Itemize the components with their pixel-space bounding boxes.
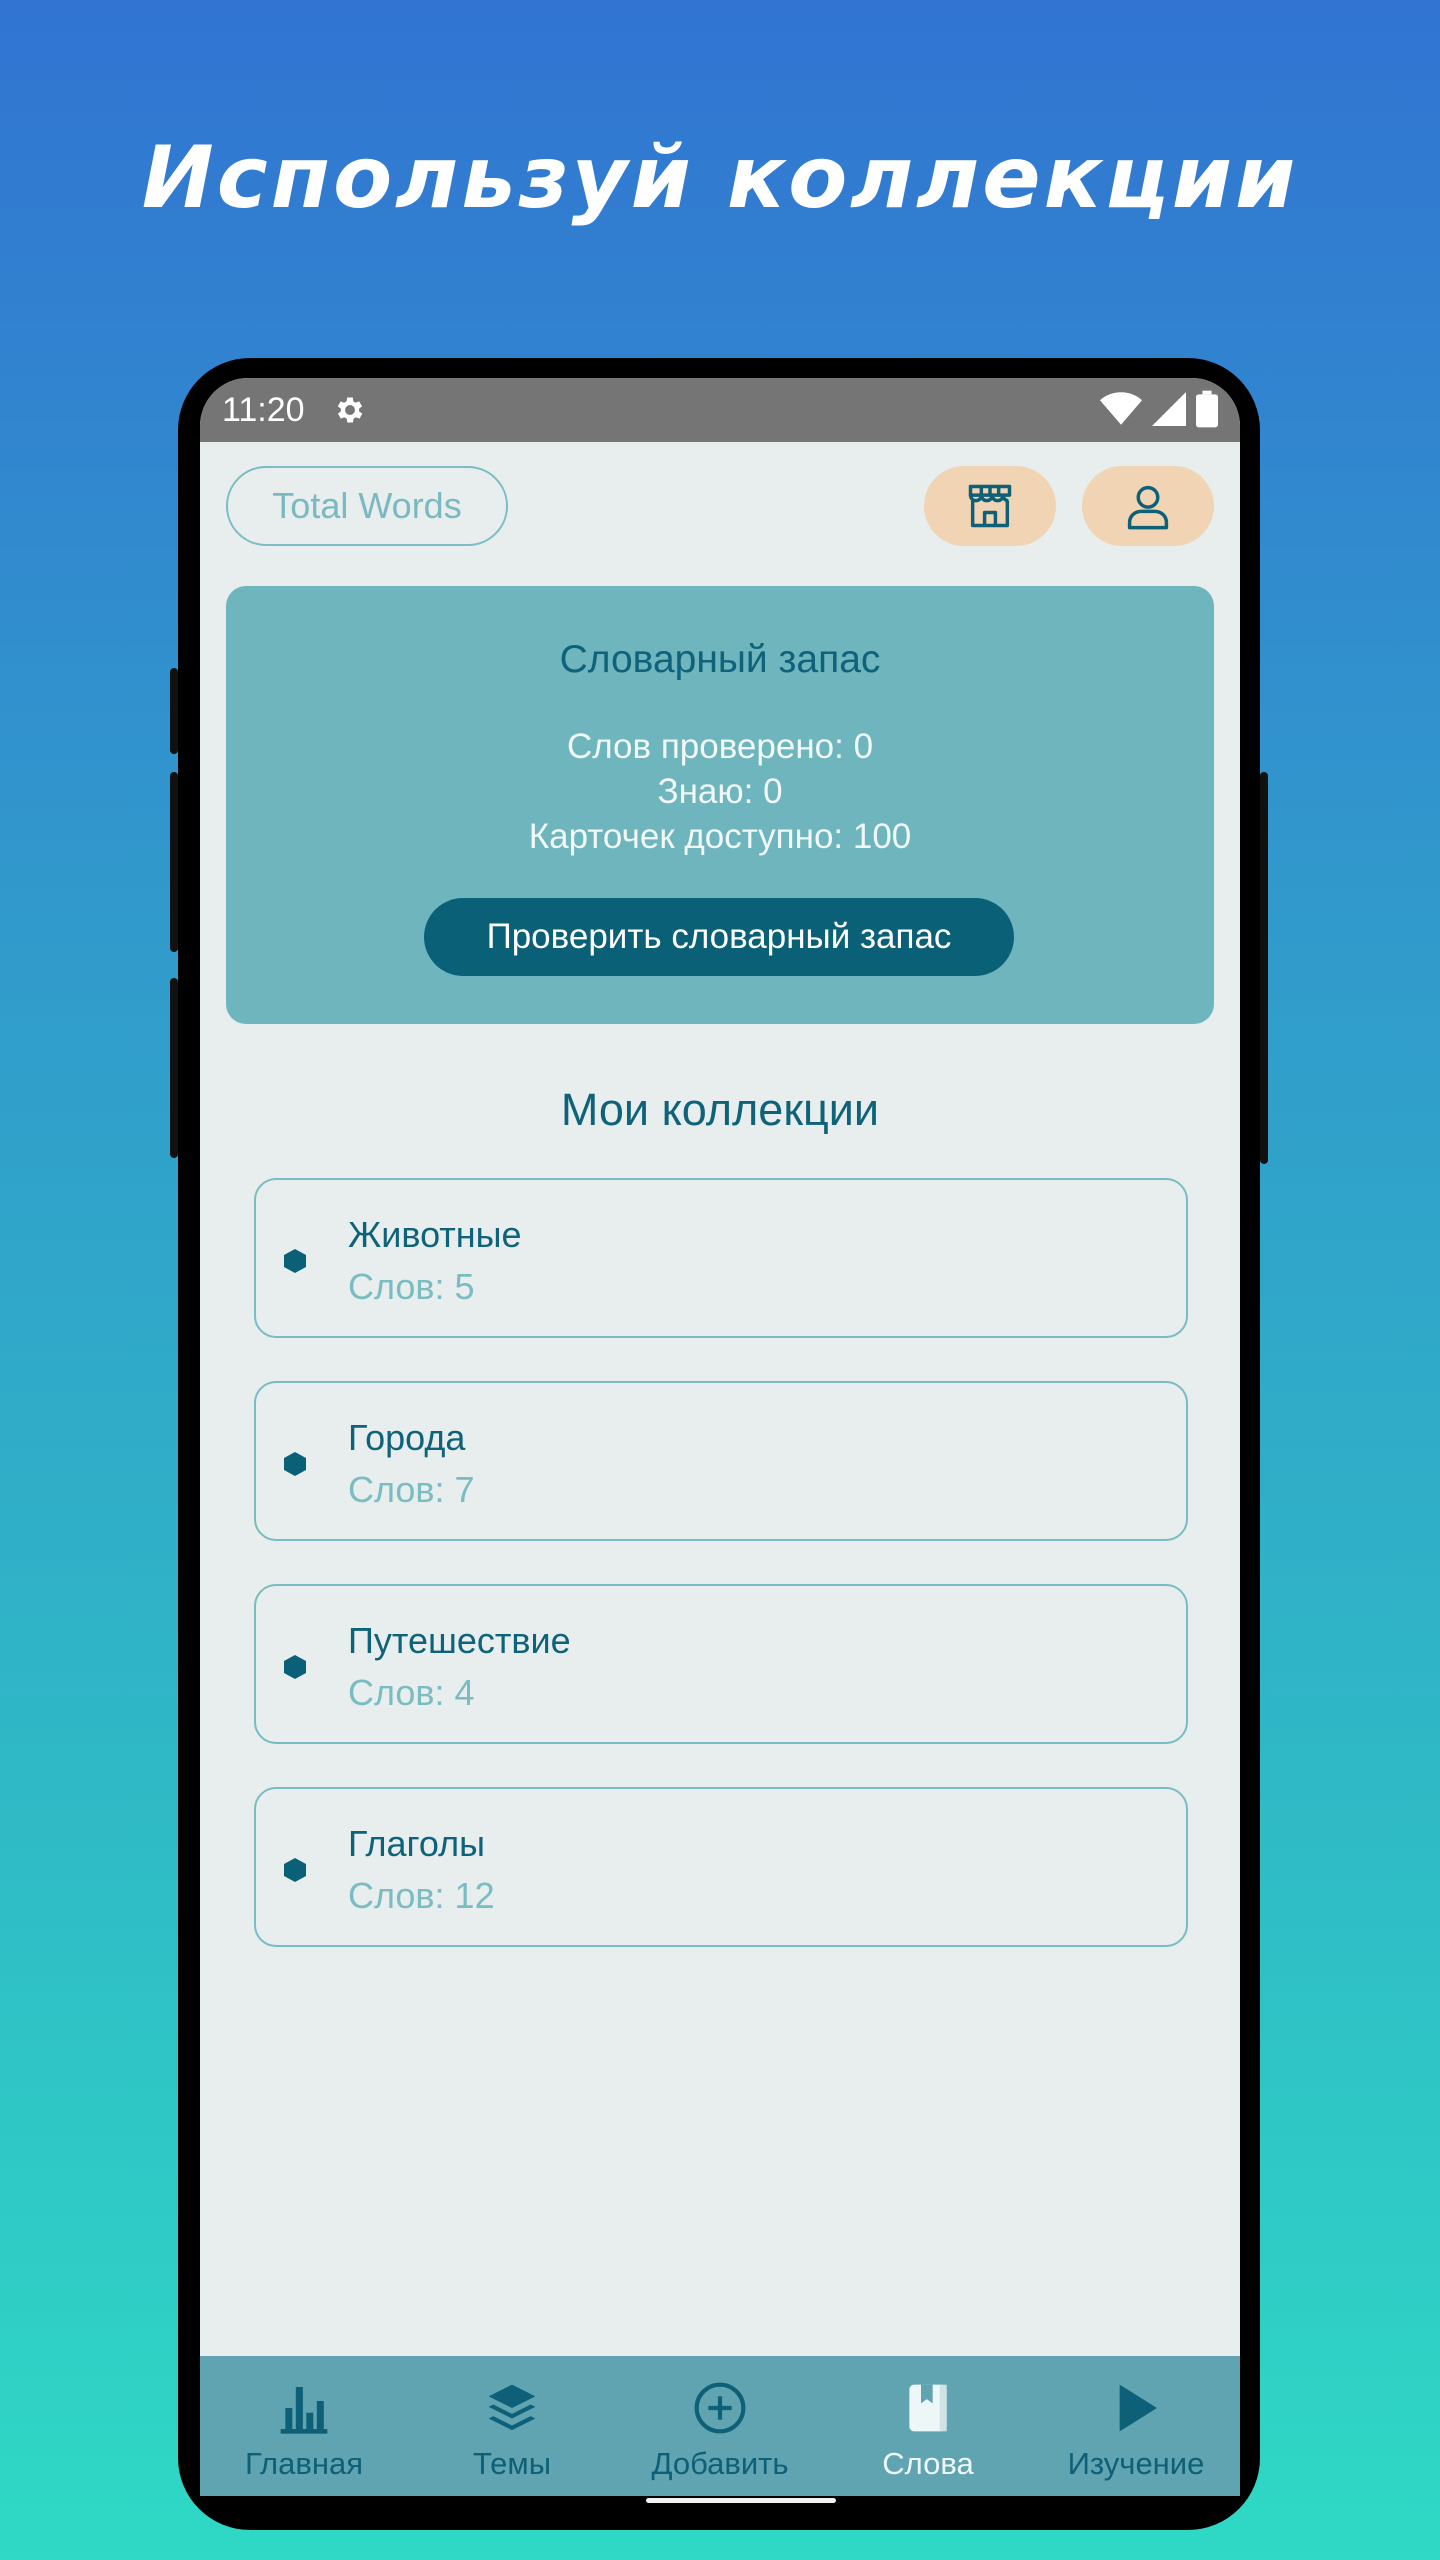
- app-screen: 11:20 Total Words Словарный запас Слов п…: [200, 378, 1240, 2496]
- known-words-text: Знаю: 0: [657, 772, 783, 811]
- book-icon: [909, 2384, 947, 2432]
- collection-word-count: Слов: 12: [348, 1875, 495, 1916]
- nav-label: Слова: [882, 2446, 974, 2481]
- phone-side-button: [170, 772, 178, 952]
- check-vocabulary-button[interactable]: Проверить словарный запас: [424, 898, 1014, 976]
- nav-home[interactable]: Главная: [200, 2356, 408, 2496]
- status-icons: [1100, 390, 1218, 428]
- total-words-button[interactable]: Total Words: [226, 466, 508, 546]
- phone-power-button: [1260, 772, 1268, 1164]
- vocabulary-title: Словарный запас: [559, 638, 881, 681]
- nav-topics[interactable]: Темы: [408, 2356, 616, 2496]
- collection-item[interactable]: Глаголы Слов: 12: [254, 1787, 1188, 1947]
- plus-circle-icon: [694, 2382, 746, 2434]
- bottom-navigation: Главная Темы Добавить Слова Изучение: [200, 2356, 1240, 2496]
- collection-item[interactable]: Города Слов: 7: [254, 1381, 1188, 1541]
- nav-label: Темы: [472, 2446, 552, 2481]
- profile-button[interactable]: [1082, 466, 1214, 546]
- collections-title: Мои коллекции: [560, 1084, 880, 1135]
- nav-label: Добавить: [651, 2446, 789, 2481]
- collection-name: Животные: [348, 1214, 522, 1255]
- wifi-icon: [1100, 392, 1142, 425]
- hexagon-icon: [284, 1452, 306, 1476]
- play-icon: [1119, 2384, 1157, 2432]
- collection-word-count: Слов: 7: [348, 1469, 475, 1510]
- signal-icon: [1152, 392, 1186, 426]
- nav-words[interactable]: Слова: [824, 2356, 1032, 2496]
- words-checked-text: Слов проверено: 0: [566, 727, 874, 766]
- nav-label: Главная: [245, 2446, 363, 2481]
- status-time: 11:20: [222, 390, 305, 429]
- shop-icon: [968, 484, 1012, 528]
- collection-name: Города: [348, 1417, 466, 1458]
- nav-learning[interactable]: Изучение: [1032, 2356, 1240, 2496]
- collection-word-count: Слов: 5: [348, 1266, 475, 1307]
- settings-gear-icon: [337, 397, 362, 423]
- collection-item[interactable]: Животные Слов: 5: [254, 1178, 1188, 1338]
- collection-name: Глаголы: [348, 1823, 485, 1864]
- collection-word-count: Слов: 4: [348, 1672, 475, 1713]
- battery-icon: [1196, 390, 1218, 428]
- top-bar: Total Words: [200, 466, 1240, 550]
- phone-frame: 11:20 Total Words Словарный запас Слов п…: [170, 358, 1268, 2530]
- nav-label: Изучение: [1067, 2446, 1205, 2481]
- home-indicator[interactable]: [646, 2498, 836, 2503]
- hexagon-icon: [284, 1655, 306, 1679]
- shop-button[interactable]: [924, 466, 1056, 546]
- promo-headline: Используй коллекции: [141, 128, 1299, 228]
- cards-available-text: Карточек доступно: 100: [528, 817, 912, 856]
- collections-list: Животные Слов: 5 Города Слов: 7 Путешест…: [254, 1178, 1188, 1990]
- profile-icon: [1127, 485, 1169, 530]
- hexagon-icon: [284, 1858, 306, 1882]
- vocabulary-card: Словарный запас Слов проверено: 0 Знаю: …: [226, 586, 1214, 1024]
- layers-icon: [488, 2384, 536, 2431]
- phone-side-button: [170, 978, 178, 1158]
- vocabulary-stats: Слов проверено: 0 Знаю: 0 Карточек досту…: [226, 724, 1214, 859]
- phone-side-button: [170, 668, 178, 754]
- collection-name: Путешествие: [348, 1620, 571, 1661]
- nav-add[interactable]: Добавить: [616, 2356, 824, 2496]
- hexagon-icon: [284, 1249, 306, 1273]
- bar-chart-icon: [280, 2387, 328, 2434]
- status-bar: 11:20: [200, 378, 1240, 442]
- collection-item[interactable]: Путешествие Слов: 4: [254, 1584, 1188, 1744]
